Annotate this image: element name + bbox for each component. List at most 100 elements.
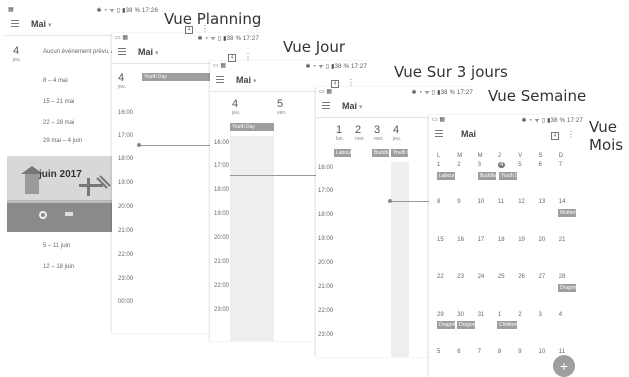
event-chip[interactable]: Youth D bbox=[391, 149, 408, 157]
day-cell[interactable]: 4 bbox=[497, 162, 506, 168]
event-chip[interactable]: Children's bbox=[497, 321, 517, 329]
event-chip[interactable]: Dragon B bbox=[457, 321, 475, 329]
event-chip[interactable]: Buddha's bbox=[478, 172, 496, 180]
day-cell[interactable]: 23 bbox=[457, 274, 464, 280]
menu-icon[interactable] bbox=[322, 102, 330, 110]
screen-mois: ▭ ▦ ✱ ◔ ᯤ ▯ ▮38 % 17:27 Mai 4 ⋮ LMMJVSD12… bbox=[429, 115, 586, 377]
day-cell[interactable]: 7 bbox=[478, 349, 481, 355]
calendar-today-icon[interactable]: 4 bbox=[331, 80, 339, 88]
day-cell[interactable]: 6 bbox=[539, 162, 542, 168]
day-cell[interactable]: 12 bbox=[518, 199, 525, 205]
day-cell[interactable]: 31 bbox=[478, 312, 485, 318]
status-bar: ▦ ✱ ◔ ᯤ ▯ ▮38 % 17:26 bbox=[5, 5, 161, 14]
day-cell[interactable]: 3 bbox=[539, 312, 542, 318]
day-cell[interactable]: 3 bbox=[478, 162, 481, 168]
day-cell[interactable]: 24 bbox=[478, 274, 485, 280]
menu-icon[interactable] bbox=[11, 20, 19, 28]
hour-label: 18:00 bbox=[118, 156, 134, 162]
menu-icon[interactable] bbox=[216, 76, 224, 84]
day-cell[interactable]: 22 bbox=[437, 274, 444, 280]
day-cell[interactable]: 13 bbox=[539, 199, 546, 205]
week-range[interactable]: 8 – 4 mai bbox=[43, 78, 68, 84]
event-chip[interactable]: Labour Da bbox=[437, 172, 455, 180]
no-event-text: Aucun événement prévu. A bbox=[43, 49, 116, 55]
weekday-header: D bbox=[558, 153, 564, 159]
menu-icon[interactable] bbox=[118, 48, 126, 56]
hour-label: 19:00 bbox=[118, 180, 134, 186]
month-banner: juin 2017 bbox=[7, 156, 117, 232]
month-selector[interactable]: Mai ▾ bbox=[138, 47, 159, 57]
add-event-button[interactable]: + bbox=[553, 355, 575, 377]
more-icon[interactable]: ⋮ bbox=[244, 52, 252, 61]
hour-label: 00:00 bbox=[118, 299, 134, 305]
app-bar: Mai 4 ⋮ bbox=[429, 124, 586, 146]
date-block: 1 lun. bbox=[336, 124, 345, 143]
day-cell[interactable]: 9 bbox=[457, 199, 460, 205]
day-cell[interactable]: 25 bbox=[498, 274, 505, 280]
event-chip[interactable]: Mother's bbox=[558, 209, 576, 217]
week-range[interactable]: 15 – 21 mai bbox=[43, 99, 74, 105]
day-cell[interactable]: 27 bbox=[539, 274, 546, 280]
day-cell[interactable]: 15 bbox=[437, 237, 444, 243]
status-bar: ▭ ▦ ✱ ◔ ᯤ ▯ ▮38 % 17:27 bbox=[316, 87, 476, 96]
day-cell[interactable]: 11 bbox=[498, 199, 504, 205]
day-cell[interactable]: 26 bbox=[518, 274, 525, 280]
day-cell[interactable]: 14 bbox=[559, 199, 566, 205]
more-icon[interactable]: ⋮ bbox=[201, 24, 209, 33]
day-cell[interactable]: 9 bbox=[518, 349, 521, 355]
label-vue-mois-line1: Vue bbox=[589, 118, 617, 136]
day-cell[interactable]: 1 bbox=[437, 162, 440, 168]
event-chip[interactable]: Labour D bbox=[334, 149, 351, 157]
day-cell[interactable]: 20 bbox=[539, 237, 546, 243]
hour-label: 19:00 bbox=[318, 236, 334, 242]
status-text: ✱ ◔ ᯤ ▯ ▮38 % 17:27 bbox=[197, 36, 259, 42]
month-selector[interactable]: Mai ▾ bbox=[342, 101, 363, 111]
day-cell[interactable]: 2 bbox=[518, 312, 521, 318]
event-chip[interactable]: Dragon B bbox=[437, 321, 455, 329]
calendar-today-icon[interactable]: 4 bbox=[551, 132, 559, 140]
day-cell[interactable]: 8 bbox=[498, 349, 501, 355]
calendar-today-icon[interactable]: 4 bbox=[185, 26, 193, 34]
day-cell[interactable]: 6 bbox=[457, 349, 460, 355]
day-cell[interactable]: 18 bbox=[498, 237, 505, 243]
event-chip[interactable]: Youth Day bbox=[230, 123, 274, 131]
date-block: 3 mer. bbox=[374, 124, 384, 143]
month-selector[interactable]: Mai ▾ bbox=[236, 75, 257, 85]
hour-label: 21:00 bbox=[214, 259, 230, 265]
day-cell[interactable]: 7 bbox=[559, 162, 562, 168]
menu-icon[interactable] bbox=[435, 130, 443, 138]
month-title[interactable]: Mai bbox=[461, 129, 476, 139]
event-chip[interactable]: Youth Da bbox=[499, 172, 517, 180]
day-cell[interactable]: 10 bbox=[478, 199, 485, 205]
day-cell[interactable]: 4 bbox=[559, 312, 562, 318]
hour-label: 22:00 bbox=[214, 283, 230, 289]
day-cell[interactable]: 28 bbox=[559, 274, 566, 280]
day-cell[interactable]: 5 bbox=[437, 349, 440, 355]
status-icon: ▭ ▦ bbox=[213, 63, 227, 69]
week-range[interactable]: 12 – 18 juin bbox=[43, 264, 74, 270]
more-icon[interactable]: ⋮ bbox=[347, 78, 355, 87]
hour-label: 16:00 bbox=[318, 165, 334, 171]
date-block: 4 jeu. bbox=[393, 124, 402, 143]
calendar-today-icon[interactable]: 4 bbox=[228, 54, 236, 62]
day-cell[interactable]: 17 bbox=[478, 237, 485, 243]
day-cell[interactable]: 16 bbox=[457, 237, 464, 243]
week-range[interactable]: 29 mai – 4 juin bbox=[43, 138, 82, 144]
event-chip[interactable]: Dragon B bbox=[558, 284, 576, 292]
month-selector[interactable]: Mai ▾ bbox=[31, 19, 52, 29]
more-icon[interactable]: ⋮ bbox=[567, 130, 575, 139]
day-cell[interactable]: 21 bbox=[559, 237, 566, 243]
day-cell[interactable]: 29 bbox=[437, 312, 444, 318]
week-range[interactable]: 22 – 28 mai bbox=[43, 120, 74, 126]
week-range[interactable]: 5 – 11 juin bbox=[43, 243, 70, 249]
day-cell[interactable]: 5 bbox=[518, 162, 521, 168]
label-vue-planning: Vue Planning bbox=[164, 10, 262, 28]
day-cell[interactable]: 2 bbox=[457, 162, 460, 168]
day-cell[interactable]: 19 bbox=[518, 237, 525, 243]
day-cell[interactable]: 30 bbox=[457, 312, 464, 318]
event-chip[interactable]: Buddha bbox=[372, 149, 389, 157]
hour-label: 19:00 bbox=[214, 211, 230, 217]
day-cell[interactable]: 10 bbox=[539, 349, 546, 355]
day-cell[interactable]: 1 bbox=[498, 312, 501, 318]
day-cell[interactable]: 8 bbox=[437, 199, 440, 205]
